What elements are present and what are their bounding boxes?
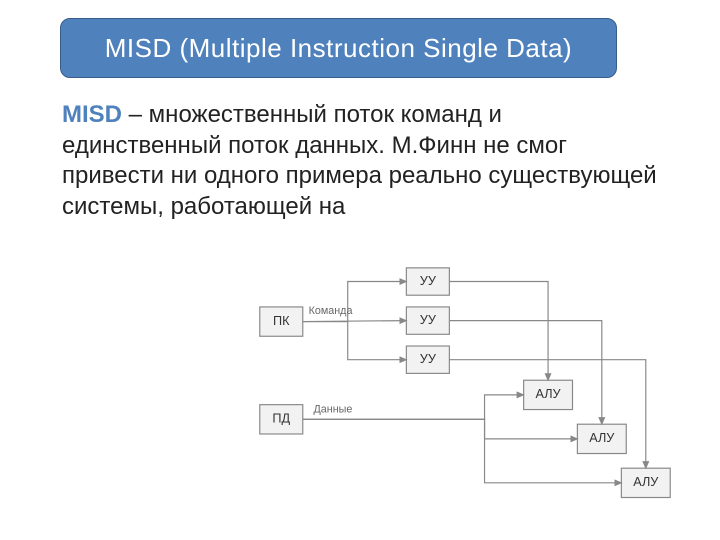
edge-label-cmd: Команда [309,305,353,317]
node-pk: ПК [260,307,303,336]
node-uu2: УУ [406,307,449,334]
edge-pd-alu2 [303,419,578,439]
node-alu1: АЛУ [524,380,573,409]
svg-text:АЛУ: АЛУ [633,475,659,489]
edge-label-data: Данные [314,403,353,415]
edge-pd-alu3 [303,419,622,483]
svg-text:УУ: УУ [420,274,437,288]
svg-text:УУ: УУ [420,352,437,366]
body-text-run: – множественный поток команд и единствен… [62,101,657,220]
svg-text:УУ: УУ [420,313,437,327]
node-uu3: УУ [406,346,449,373]
title-text: MISD (Multiple Instruction Single Data) [105,33,572,64]
accent-term: MISD [62,101,122,128]
misd-diagram: ПК ПД УУ УУ УУ АЛУ АЛУ АЛУ [250,260,680,520]
body-paragraph: MISD – множественный поток команд и един… [62,100,662,223]
node-alu2: АЛУ [577,424,626,453]
title-banner: MISD (Multiple Instruction Single Data) [60,18,617,78]
edge-pk-uu3 [303,322,407,360]
svg-text:ПД: ПД [272,412,290,426]
node-uu1: УУ [406,268,449,295]
svg-text:ПК: ПК [273,314,290,328]
edge-uu1-alu1 [449,282,548,381]
node-alu3: АЛУ [621,468,670,497]
node-pd: ПД [260,405,303,434]
svg-text:АЛУ: АЛУ [589,431,615,445]
svg-text:АЛУ: АЛУ [535,387,561,401]
